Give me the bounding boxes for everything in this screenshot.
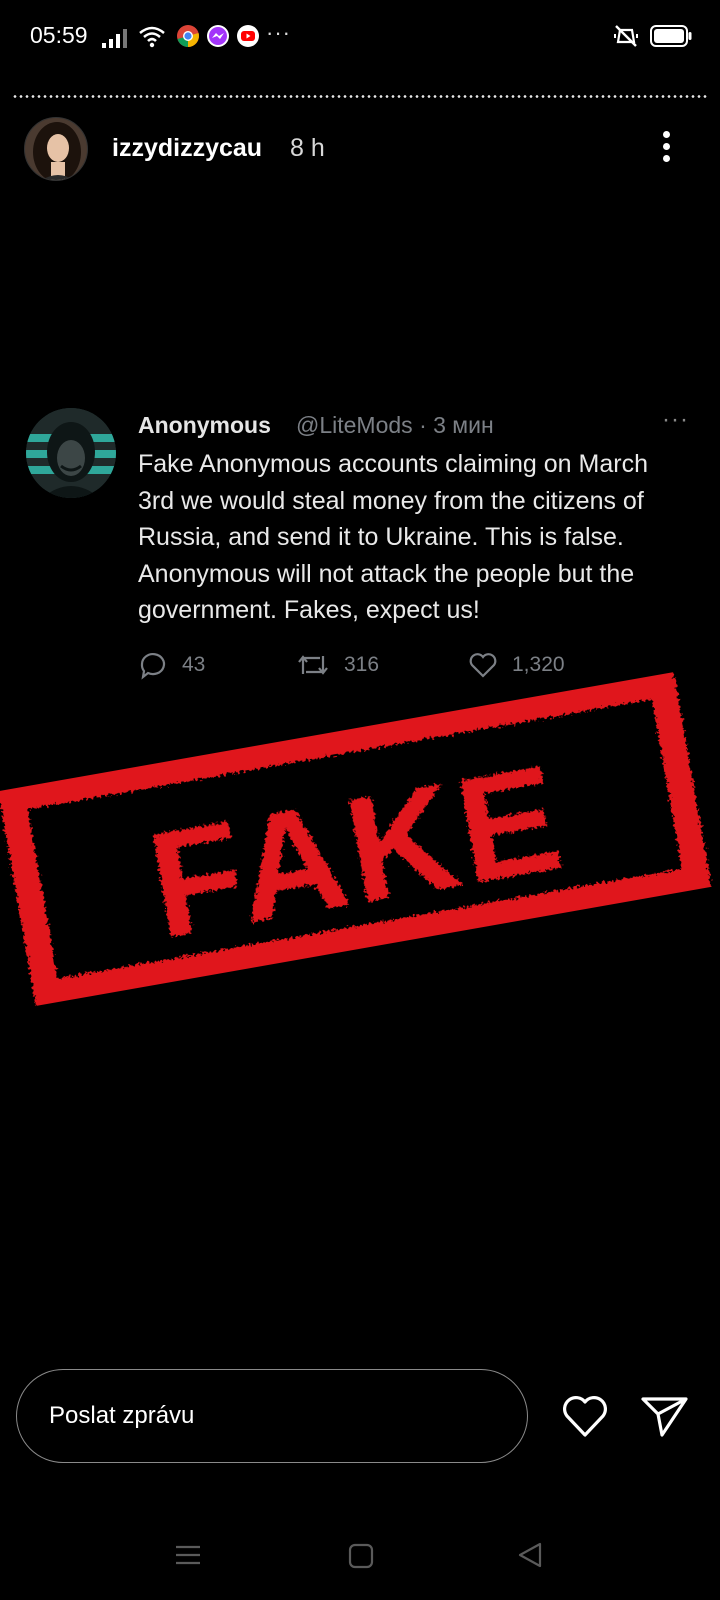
reply-count: 43 [138,650,205,680]
send-icon[interactable] [640,1393,690,1439]
like-count: 1,320 [468,650,565,680]
profile-photo [25,118,87,180]
tweet-more-icon: ··· [662,406,689,433]
wifi-icon [139,26,165,48]
reply-count-value: 43 [182,653,206,676]
chrome-icon [177,25,199,47]
back-icon[interactable] [516,1541,544,1569]
story-canvas-bottom [0,705,720,1360]
menu-icon[interactable] [174,1543,202,1567]
tweet-line: Russia, and send it to Ukraine. This is … [138,523,624,551]
like-count-value: 1,320 [512,653,565,676]
messenger-icon [207,25,229,47]
story-time: 8 h [290,134,325,162]
status-time: 05:59 [30,22,88,48]
tweet-actions: 43 316 1,320 [138,650,708,686]
story-username[interactable]: izzydizzycau [112,134,262,163]
tweet-handle: @LiteMods · 3 мин [296,412,494,438]
signal-icon [102,29,127,48]
mute-vibrate-icon [614,25,638,47]
tweet-line: Fake Anonymous accounts claiming on Marc… [138,450,648,478]
tweet-author-name: Anonymous [138,412,271,438]
tweet-line: government. Fakes, expect us! [138,596,480,624]
heart-icon[interactable] [560,1393,610,1439]
reply-icon [140,653,166,680]
battery-icon [650,25,692,47]
retweet-icon [298,655,328,675]
more-vertical-icon[interactable] [656,128,676,168]
status-more: ··· [266,20,291,45]
avatar[interactable] [24,117,88,181]
tweet-text: Fake Anonymous accounts claiming on Marc… [138,446,708,629]
youtube-icon [237,25,259,47]
retweet-count-value: 316 [344,653,380,676]
tweet-line: 3rd we would steal money from the citize… [138,486,644,515]
story-progress-bar [12,95,708,98]
tweet-line: Anonymous will not attack the people but… [138,559,635,588]
like-icon [469,653,497,678]
home-icon[interactable] [348,1543,374,1569]
tweet-card: Anonymous @LiteMods · 3 мин ··· Fake Ano… [0,394,720,706]
message-placeholder: Poslat zprávu [49,1402,195,1429]
status-bar: 05:59 ··· [0,0,720,72]
anonymous-avatar [26,408,116,498]
retweet-count: 316 [296,650,379,680]
stamp-text: FAKE [137,732,576,970]
message-input[interactable]: Poslat zprávu [16,1369,528,1463]
fake-stamp: FAKE [0,669,713,1009]
